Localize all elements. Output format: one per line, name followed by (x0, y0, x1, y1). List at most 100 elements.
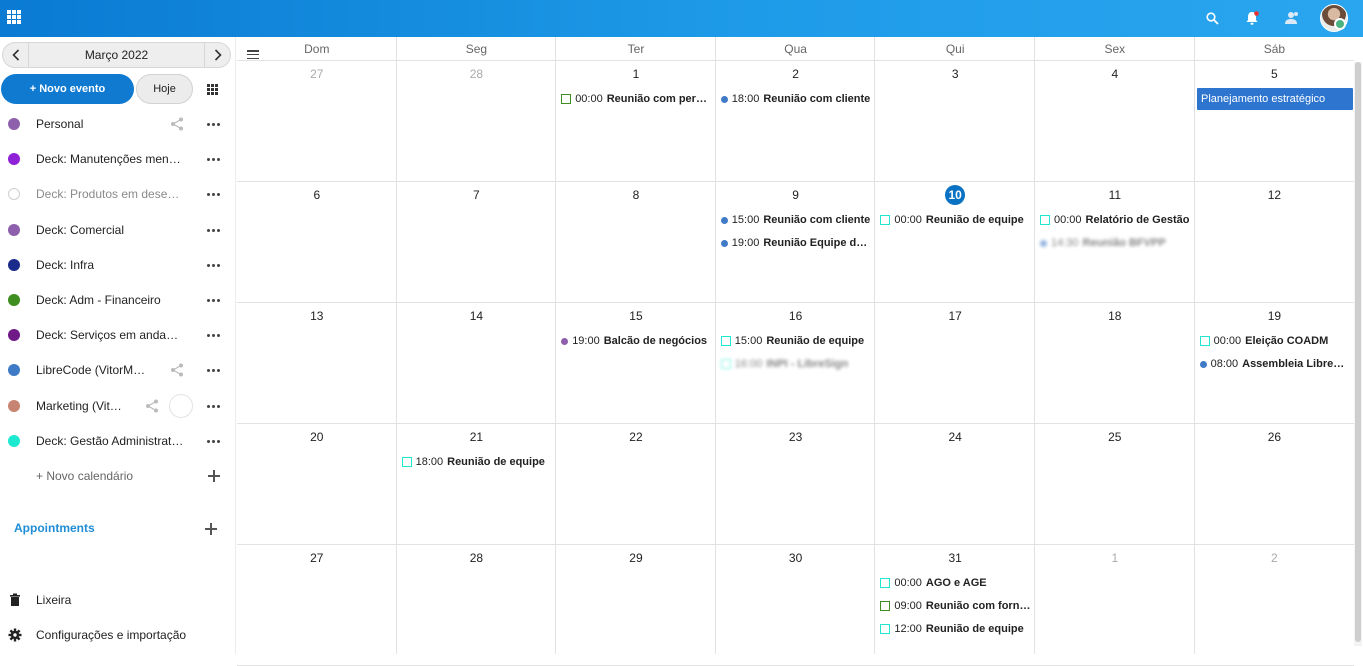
appointments-header[interactable]: Appointments (14, 521, 95, 535)
calendar-event[interactable]: 09:00Reunião com fornece… (880, 598, 1032, 614)
more-actions-icon[interactable] (207, 228, 220, 232)
day-number[interactable]: 4 (1035, 67, 1195, 81)
day-number[interactable]: 9 (716, 188, 876, 202)
day-number[interactable]: 6 (237, 188, 397, 202)
more-actions-icon[interactable] (207, 123, 220, 126)
more-actions-icon[interactable] (207, 158, 220, 162)
calendar-color-dot[interactable] (8, 118, 20, 130)
calendar-event[interactable]: 19:00Reunião Equipe do for… (720, 235, 872, 251)
calendar-color-dot[interactable] (8, 258, 20, 271)
day-number[interactable]: 24 (875, 430, 1035, 444)
day-number[interactable]: 15 (556, 309, 716, 323)
previous-month-button[interactable] (3, 43, 29, 67)
day-number[interactable]: 23 (716, 430, 876, 444)
day-number[interactable]: 1 (556, 67, 716, 81)
day-number[interactable]: 3 (875, 67, 1035, 81)
share-icon[interactable] (144, 398, 160, 414)
trash-item[interactable]: Lixeira (0, 591, 236, 611)
calendar-color-dot[interactable] (8, 329, 20, 342)
calendar-color-dot[interactable] (8, 364, 20, 377)
calendar-color-dot[interactable] (8, 293, 20, 306)
calendar-event[interactable]: 00:00 Reunião com perceiro (561, 91, 713, 107)
day-number[interactable]: 27 (237, 551, 397, 565)
calendar-event[interactable]: 15:00 Reunião de equipe (720, 333, 864, 349)
calendar-event[interactable]: 19:00 Balcão de negócios (561, 333, 707, 349)
add-appointment-icon[interactable] (205, 523, 217, 535)
more-actions-icon[interactable] (207, 369, 220, 373)
calendar-item[interactable]: Deck: Gestão Administrati… (0, 424, 236, 459)
more-actions-icon[interactable] (207, 263, 220, 267)
day-number[interactable]: 25 (1035, 430, 1195, 444)
day-number[interactable]: 10 (875, 185, 1035, 205)
calendar-color-dot[interactable] (8, 434, 20, 447)
day-number[interactable]: 21 (397, 430, 557, 444)
calendar-event[interactable]: 08:00 Assembleia LibreCode (1199, 356, 1351, 372)
next-month-button[interactable] (204, 43, 230, 67)
new-event-button[interactable]: + Novo evento (1, 74, 134, 104)
calendar-event[interactable]: 00:00 Relatório de Gestão (1040, 212, 1189, 228)
calendar-event[interactable]: 00:00 Eleição COADM (1199, 333, 1328, 349)
calendar-item[interactable]: Deck: Manutenções mens… (0, 142, 236, 177)
calendar-item[interactable]: LibreCode (VitorMa… (0, 353, 236, 388)
calendar-event[interactable]: 18:00 Reunião de equipe (401, 454, 545, 470)
search-icon[interactable] (1203, 9, 1221, 27)
new-calendar-button[interactable]: + Novo calendário (0, 467, 236, 487)
current-month-label[interactable]: Março 2022 (29, 48, 204, 62)
share-icon[interactable] (169, 362, 185, 378)
day-number[interactable]: 5 (1195, 67, 1355, 81)
day-number[interactable]: 19 (1195, 309, 1355, 323)
more-actions-icon[interactable] (207, 334, 220, 338)
day-number[interactable]: 12 (1195, 188, 1355, 202)
view-switcher-icon[interactable] (207, 84, 218, 95)
day-number[interactable]: 17 (875, 309, 1035, 323)
day-number[interactable]: 28 (397, 67, 557, 81)
calendar-event[interactable]: 00:00 AGO e AGE (880, 575, 987, 591)
contacts-icon[interactable] (1283, 9, 1301, 27)
settings-item[interactable]: Configurações e importação (0, 626, 236, 646)
day-number[interactable]: 22 (556, 430, 716, 444)
today-button[interactable]: Hoje (136, 74, 193, 104)
day-number[interactable]: 2 (1195, 551, 1355, 565)
calendar-event[interactable]: 18:00 Reunião com cliente (720, 91, 870, 107)
more-actions-icon[interactable] (207, 298, 220, 302)
calendar-color-dot[interactable] (8, 399, 20, 412)
calendar-item[interactable]: Marketing (Vit… (0, 389, 236, 424)
day-number[interactable]: 11 (1035, 188, 1195, 202)
calendar-item[interactable]: Deck: Serviços em andam… (0, 318, 236, 353)
day-number[interactable]: 31 (875, 551, 1035, 565)
apps-menu-icon[interactable] (7, 10, 21, 24)
day-number[interactable]: 26 (1195, 430, 1355, 444)
day-number[interactable]: 29 (556, 551, 716, 565)
day-number[interactable]: 20 (237, 430, 397, 444)
calendar-event[interactable]: 16:00 INPI - LibreSign (720, 356, 848, 372)
notifications-icon[interactable] (1243, 9, 1261, 27)
day-number[interactable]: 1 (1035, 551, 1195, 565)
today-day-number[interactable]: 10 (945, 185, 966, 205)
calendar-item[interactable]: Personal (0, 107, 236, 142)
more-actions-icon[interactable] (207, 404, 220, 408)
calendar-item[interactable]: Deck: Infra (0, 248, 236, 283)
day-number[interactable]: 28 (397, 551, 557, 565)
scrollbar[interactable] (1354, 62, 1362, 646)
calendar-event[interactable]: 00:00 Reunião de equipe (880, 212, 1024, 228)
calendar-item[interactable]: Deck: Comercial (0, 213, 236, 248)
day-number[interactable]: 2 (716, 67, 876, 81)
more-actions-icon[interactable] (207, 439, 220, 443)
calendar-item[interactable]: Deck: Produtos em desen… (0, 177, 236, 212)
calendar-event[interactable]: 12:00 Reunião de equipe (880, 621, 1024, 637)
all-day-event[interactable]: Planejamento estratégico (1197, 88, 1353, 110)
more-actions-icon[interactable] (207, 193, 220, 197)
day-number[interactable]: 7 (397, 188, 557, 202)
calendar-color-dot[interactable] (8, 188, 20, 201)
day-number[interactable]: 13 (237, 309, 397, 323)
day-number[interactable]: 18 (1035, 309, 1195, 323)
calendar-event[interactable]: 14:30 Reunião BFVPP (1040, 235, 1166, 251)
calendar-event[interactable]: 15:00 Reunião com cliente (720, 212, 870, 228)
calendar-color-dot[interactable] (8, 153, 20, 166)
share-icon[interactable] (169, 116, 185, 132)
day-number[interactable]: 8 (556, 188, 716, 202)
scrollbar-thumb[interactable] (1355, 62, 1361, 642)
add-calendar-icon[interactable] (208, 470, 220, 482)
day-number[interactable]: 27 (237, 67, 397, 81)
day-number[interactable]: 16 (716, 309, 876, 323)
